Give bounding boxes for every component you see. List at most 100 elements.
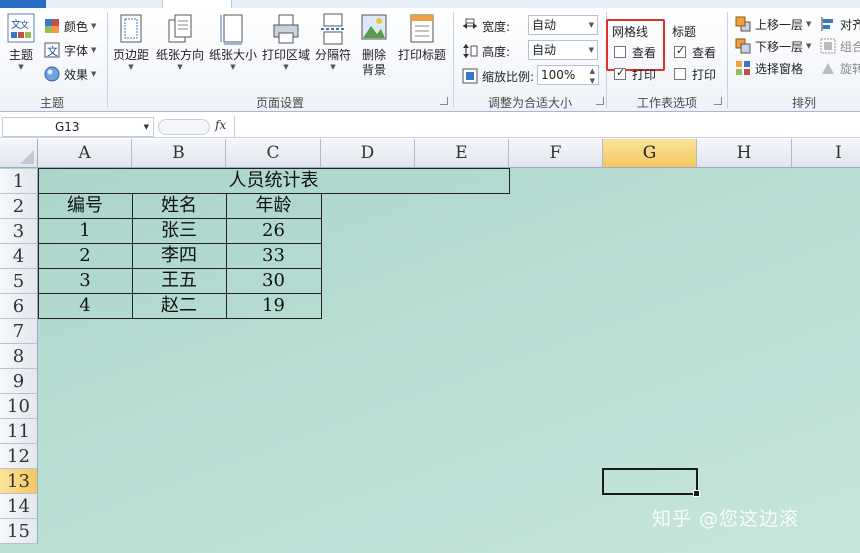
row-header-2[interactable]: 2 — [0, 194, 38, 219]
delete-background-label-2: 背景 — [361, 63, 386, 77]
formula-bar-buttons[interactable] — [158, 119, 210, 135]
width-icon — [462, 18, 478, 34]
column-header-i[interactable]: I — [792, 139, 860, 168]
send-backward-button[interactable]: 下移一层 ▼ — [735, 36, 811, 56]
gridlines-print-label: 打印 — [632, 67, 657, 82]
row-header-1[interactable]: 1 — [0, 169, 38, 194]
name-box-value: G13 — [55, 120, 80, 134]
theme-colors-button[interactable]: 颜色 ▼ — [44, 16, 96, 36]
table-cell[interactable]: 33 — [226, 244, 321, 269]
gridlines-view-checkbox[interactable]: 查看 — [614, 42, 656, 62]
table-border — [38, 268, 322, 269]
rotate-button[interactable]: 旋转 — [820, 58, 860, 78]
theme-fonts-button[interactable]: 文 字体 ▼ — [44, 40, 96, 60]
select-all-corner[interactable] — [0, 139, 38, 168]
row-header-11[interactable]: 11 — [0, 419, 38, 444]
table-cell[interactable]: 19 — [226, 294, 321, 319]
page-break-icon — [318, 12, 348, 46]
scale-spinner[interactable]: 100% ▲ ▼ — [537, 65, 599, 85]
table-cell[interactable]: 王五 — [132, 269, 226, 294]
theme-effects-button[interactable]: 效果 ▼ — [44, 64, 96, 84]
height-select[interactable]: 自动 ▼ — [528, 40, 598, 60]
column-header-e[interactable]: E — [415, 139, 509, 168]
column-header-f[interactable]: F — [509, 139, 603, 168]
height-label: 高度: — [482, 44, 511, 59]
table-border — [509, 168, 510, 194]
scale-label: 缩放比例: — [482, 69, 535, 84]
table-header-cell[interactable]: 年龄 — [226, 194, 321, 219]
gridlines-title: 网格线 — [612, 24, 649, 39]
spin-down-icon[interactable]: ▼ — [590, 72, 595, 90]
rotate-label: 旋转 — [840, 61, 860, 76]
headings-print-label: 打印 — [692, 67, 717, 82]
row-header-7[interactable]: 7 — [0, 319, 38, 344]
row-header-13[interactable]: 13 — [0, 469, 38, 494]
bring-forward-icon — [735, 16, 751, 32]
column-header-a[interactable]: A — [38, 139, 132, 168]
dialog-launcher-icon[interactable] — [596, 97, 604, 105]
bring-forward-button[interactable]: 上移一层 ▼ — [735, 14, 811, 34]
table-cell[interactable]: 4 — [38, 294, 132, 319]
delete-background-button[interactable]: 删除 背景 — [354, 12, 394, 78]
headings-view-checkbox[interactable]: 查看 — [674, 42, 716, 62]
table-header-cell[interactable]: 姓名 — [132, 194, 226, 219]
gridlines-print-checkbox[interactable]: 打印 — [614, 64, 656, 84]
row-header-4[interactable]: 4 — [0, 244, 38, 269]
worksheet-grid[interactable]: ABCDEFGHI 1 2 3 4 5 6 7 8 9 10 11 12 13 14 15 人员统计表 编号姓… — [0, 139, 860, 553]
column-header-b[interactable]: B — [132, 139, 226, 168]
print-titles-button[interactable]: 打印标题 — [396, 12, 448, 63]
formula-input[interactable] — [234, 116, 860, 138]
paper-size-button[interactable]: 纸张大小 ▼ — [207, 12, 259, 72]
orientation-button[interactable]: 纸张方向 ▼ — [154, 12, 206, 72]
table-header-cell[interactable]: 编号 — [38, 194, 132, 219]
tab-file[interactable] — [0, 0, 46, 8]
name-box[interactable]: G13 ▼ — [2, 117, 154, 137]
group-label: 组合 — [840, 39, 860, 54]
sheet-options-group-label: 工作表选项 — [636, 96, 697, 110]
table-cell[interactable]: 1 — [38, 219, 132, 244]
background-image-icon — [359, 12, 389, 46]
selection-pane-button[interactable]: 选择窗格 — [735, 58, 803, 78]
row-header-5[interactable]: 5 — [0, 269, 38, 294]
row-header-15[interactable]: 15 — [0, 519, 38, 544]
themes-button[interactable]: 文 文 主题 ▼ — [4, 12, 38, 72]
table-cell[interactable]: 3 — [38, 269, 132, 294]
row-header-9[interactable]: 9 — [0, 369, 38, 394]
page-setup-group-label: 页面设置 — [255, 96, 304, 110]
table-border — [226, 193, 227, 319]
table-title[interactable]: 人员统计表 — [38, 169, 509, 194]
align-button[interactable]: 对齐 — [820, 14, 860, 34]
row-header-3[interactable]: 3 — [0, 219, 38, 244]
row-header-14[interactable]: 14 — [0, 494, 38, 519]
margins-button[interactable]: 页边距 ▼ — [110, 12, 152, 72]
selection-pane-icon — [735, 60, 751, 76]
chevron-down-icon: ▼ — [588, 46, 594, 54]
table-cell[interactable]: 26 — [226, 219, 321, 244]
dialog-launcher-icon[interactable] — [440, 97, 448, 105]
chevron-down-icon: ▼ — [806, 42, 812, 50]
row-header-6[interactable]: 6 — [0, 294, 38, 319]
table-cell[interactable]: 2 — [38, 244, 132, 269]
breaks-button[interactable]: 分隔符 ▼ — [313, 12, 353, 72]
column-header-g[interactable]: G — [603, 139, 697, 168]
table-cell[interactable]: 30 — [226, 269, 321, 294]
group-button[interactable]: 组合 — [820, 36, 860, 56]
table-cell[interactable]: 李四 — [132, 244, 226, 269]
headings-print-checkbox[interactable]: 打印 — [674, 64, 716, 84]
column-header-h[interactable]: H — [697, 139, 792, 168]
column-header-d[interactable]: D — [321, 139, 415, 168]
table-cell[interactable]: 赵二 — [132, 294, 226, 319]
chevron-down-icon[interactable]: ▼ — [144, 118, 149, 136]
width-select[interactable]: 自动 ▼ — [528, 15, 598, 35]
active-cell-selection[interactable] — [602, 468, 700, 497]
gridlines-view-check-icon — [614, 46, 626, 58]
row-header-12[interactable]: 12 — [0, 444, 38, 469]
row-header-10[interactable]: 10 — [0, 394, 38, 419]
table-cell[interactable]: 张三 — [132, 219, 226, 244]
print-area-button[interactable]: 打印区域 ▼ — [260, 12, 312, 72]
insert-function-icon[interactable]: fx — [215, 118, 226, 132]
dialog-launcher-icon[interactable] — [714, 97, 722, 105]
chevron-down-icon: ▼ — [18, 63, 24, 71]
column-header-c[interactable]: C — [226, 139, 321, 168]
row-header-8[interactable]: 8 — [0, 344, 38, 369]
